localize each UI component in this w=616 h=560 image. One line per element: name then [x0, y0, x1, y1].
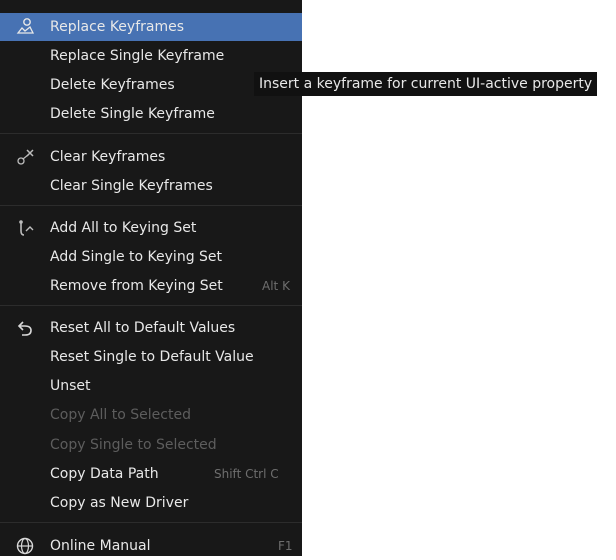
menu-item-replace-keyframes[interactable]: Replace Keyframes [0, 13, 302, 41]
menu-item-copy-single-to-selected: Copy Single to Selected [0, 431, 302, 459]
tooltip: Insert a keyframe for current UI-active … [254, 72, 598, 96]
menu-item-add-all-to-keying-set[interactable]: Add All to Keying Set [0, 214, 302, 242]
menu-item-label: Replace Single Keyframe [50, 48, 225, 64]
menu-item-replace-single-keyframe[interactable]: Replace Single Keyframe [0, 42, 302, 70]
menu-item-label: Replace Keyframes [50, 19, 185, 35]
menu-item-add-single-to-keying-set[interactable]: Add Single to Keying Set [0, 243, 302, 271]
menu-item-label: Delete Single Keyframe [50, 106, 215, 122]
menu-item-label: Remove from Keying Set [50, 278, 223, 294]
menu-item-label: Unset [50, 378, 91, 394]
menu-item-clear-keyframes[interactable]: Clear Keyframes [0, 143, 302, 171]
menu-separator [0, 205, 302, 206]
menu-item-copy-as-new-driver[interactable]: Copy as New Driver [0, 489, 302, 517]
menu-item-copy-data-path[interactable]: Copy Data Path Shift Ctrl C [0, 460, 302, 488]
menu-item-label: Clear Keyframes [50, 149, 166, 165]
menu-separator [0, 133, 302, 134]
menu-item-shortcut: Alt K [262, 279, 290, 293]
menu-item-reset-single-to-default[interactable]: Reset Single to Default Value [0, 343, 302, 371]
reset-arrow-icon [14, 317, 36, 339]
menu-item-label: Copy Data Path [50, 466, 159, 482]
keying-set-icon [14, 217, 36, 239]
menu-separator [0, 305, 302, 306]
menu-item-unset[interactable]: Unset [0, 372, 302, 400]
menu-item-remove-from-keying-set[interactable]: Remove from Keying Set Alt K [0, 272, 302, 300]
menu-item-label: Clear Single Keyframes [50, 178, 213, 194]
menu-item-clear-single-keyframes[interactable]: Clear Single Keyframes [0, 172, 302, 200]
tooltip-text: Insert a keyframe for current UI-active … [259, 76, 593, 92]
menu-item-delete-single-keyframe[interactable]: Delete Single Keyframe [0, 100, 302, 128]
menu-item-label: Reset Single to Default Value [50, 349, 254, 365]
keyframe-replace-icon [14, 16, 36, 38]
menu-item-label: Reset All to Default Values [50, 320, 236, 336]
menu-item-label: Add All to Keying Set [50, 220, 197, 236]
menu-item-label: Add Single to Keying Set [50, 249, 223, 265]
globe-icon [14, 535, 36, 557]
menu-item-label: Delete Keyframes [50, 77, 175, 93]
menu-item-label: Copy Single to Selected [50, 437, 217, 453]
menu-item-reset-all-to-default[interactable]: Reset All to Default Values [0, 314, 302, 342]
menu-item-shortcut: Shift Ctrl C [214, 467, 279, 481]
menu-item-label: Copy All to Selected [50, 407, 191, 423]
menu-item-copy-all-to-selected: Copy All to Selected [0, 401, 302, 429]
menu-separator [0, 522, 302, 523]
keyframe-clear-icon [14, 146, 36, 168]
menu-item-label: Copy as New Driver [50, 495, 189, 511]
